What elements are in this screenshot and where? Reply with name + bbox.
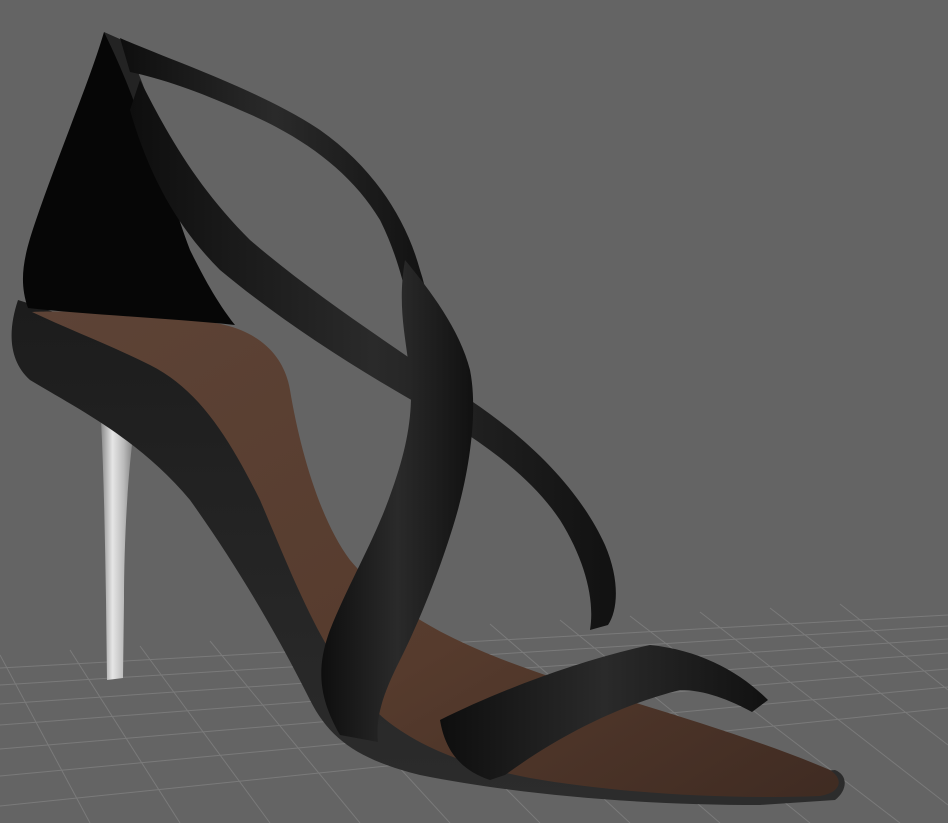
viewport-scene[interactable] — [0, 0, 948, 823]
heel-stiletto — [101, 420, 134, 680]
3d-viewport[interactable] — [0, 0, 948, 823]
